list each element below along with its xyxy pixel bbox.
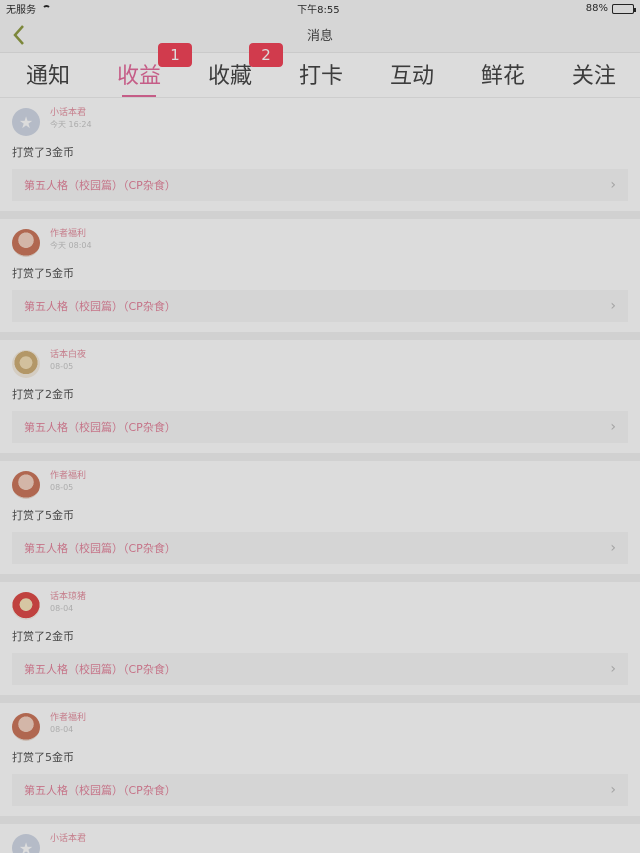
avatar[interactable] bbox=[12, 713, 40, 741]
user-row: 作者福利 08-04 bbox=[12, 703, 628, 741]
user-meta: 小话本君 bbox=[50, 834, 86, 844]
tab-flowers[interactable]: 鲜花 bbox=[481, 52, 525, 98]
user-row: 作者福利 08-05 bbox=[12, 461, 628, 499]
wifi-icon bbox=[42, 5, 51, 12]
user-row: 话本琼猪 08-04 bbox=[12, 582, 628, 620]
chevron-right-icon: › bbox=[610, 419, 616, 435]
list-item: 话本白夜 08-05 打赏了2金币第五人格（校园篇）（CP杂食） › bbox=[0, 340, 640, 453]
message-list[interactable]: ★ 小话本君 今天 16:24 打赏了3金币 第五人格（校园篇）（CP杂食） › 作者福利今… bbox=[0, 98, 640, 853]
tab-follow[interactable]: 关注 bbox=[572, 52, 616, 98]
reward-text: 打赏了2金币 bbox=[12, 630, 74, 643]
status-bar: 无服务 下午8:55 88% bbox=[0, 0, 640, 17]
timestamp: 08-04 bbox=[50, 725, 74, 734]
user-name[interactable]: 作者福利 bbox=[50, 230, 92, 239]
user-meta: 作者福利今天 08:04 bbox=[50, 229, 92, 250]
avatar[interactable]: ★ bbox=[12, 834, 40, 853]
reward-text: 打赏了5金币 bbox=[12, 267, 74, 280]
tab-interact[interactable]: 互动 bbox=[390, 52, 434, 98]
user-row: ★ 小话本君今天 16:24 bbox=[12, 98, 628, 136]
timestamp: 今天 16:24 bbox=[50, 120, 92, 129]
list-item: 作者福利今天 08:04 打赏了5金币第五人格（校园篇）（CP杂食） › bbox=[0, 219, 640, 332]
book-title: 第五人格（校园篇）（CP杂食） bbox=[24, 663, 176, 676]
user-meta: 小话本君今天 16:24 bbox=[50, 108, 92, 129]
book-link[interactable]: 第五人格（校园篇）（CP杂食） › bbox=[12, 290, 628, 322]
book-link[interactable]: 第五人格（校园篇）（CP杂食） › bbox=[12, 653, 628, 685]
reward-text: 打赏了5金币 bbox=[12, 751, 74, 764]
book-title: 第五人格（校园篇）（CP杂食） bbox=[24, 179, 176, 192]
avatar[interactable] bbox=[12, 350, 40, 378]
tab-label: 收藏 bbox=[207, 64, 252, 89]
tab-label: 通知 bbox=[26, 64, 71, 89]
tab-label: 互动 bbox=[389, 64, 434, 89]
chevron-right-icon: › bbox=[610, 177, 616, 193]
user-meta: 话本白夜 08-05 bbox=[50, 350, 86, 371]
book-title: 第五人格（校园篇）（CP杂食） bbox=[24, 300, 176, 313]
timestamp: 08-05 bbox=[50, 483, 74, 492]
user-meta: 话本琼猪 08-04 bbox=[50, 592, 86, 613]
user-name[interactable]: 小话本君 bbox=[50, 835, 86, 844]
timestamp: 今天 08:04 bbox=[50, 241, 92, 250]
user-name[interactable]: 小话本君 bbox=[50, 109, 92, 118]
tab-checkin[interactable]: 打卡 bbox=[299, 52, 343, 98]
timestamp: 08-05 bbox=[50, 362, 74, 371]
reward-text: 打赏了2金币 bbox=[12, 388, 74, 401]
tab-label: 收益 bbox=[116, 64, 161, 89]
book-link[interactable]: 第五人格（校园篇）（CP杂食） › bbox=[12, 532, 628, 564]
tab-label: 鲜花 bbox=[480, 64, 525, 89]
avatar[interactable]: ★ bbox=[12, 108, 40, 136]
tab-favorites[interactable]: 收藏 2 bbox=[207, 43, 283, 98]
tab-earnings[interactable]: 收益 1 bbox=[116, 43, 192, 98]
chevron-right-icon: › bbox=[610, 782, 616, 798]
clock-text: 下午8:55 bbox=[297, 5, 340, 16]
book-link[interactable]: 第五人格（校园篇）（CP杂食） › bbox=[12, 411, 628, 443]
tab-notify[interactable]: 通知 bbox=[26, 52, 70, 98]
user-meta: 作者福利 08-05 bbox=[50, 471, 86, 492]
list-item: 作者福利 08-04 打赏了5金币第五人格（校园篇）（CP杂食） › bbox=[0, 703, 640, 816]
tab-label: 打卡 bbox=[298, 64, 343, 89]
book-title: 第五人格（校园篇）（CP杂食） bbox=[24, 421, 176, 434]
carrier-text: 无服务 bbox=[6, 5, 36, 16]
avatar[interactable] bbox=[12, 229, 40, 257]
list-item: 话本琼猪 08-04 打赏了2金币第五人格（校园篇）（CP杂食） › bbox=[0, 582, 640, 695]
user-name[interactable]: 话本白夜 bbox=[50, 351, 86, 360]
tab-label: 关注 bbox=[571, 64, 616, 89]
back-button[interactable] bbox=[8, 23, 30, 47]
book-title: 第五人格（校园篇）（CP杂食） bbox=[24, 784, 176, 797]
chevron-right-icon: › bbox=[610, 298, 616, 314]
unread-badge: 1 bbox=[157, 43, 192, 67]
user-row: 作者福利今天 08:04 bbox=[12, 219, 628, 257]
chevron-right-icon: › bbox=[610, 661, 616, 677]
user-row: 话本白夜 08-05 bbox=[12, 340, 628, 378]
user-meta: 作者福利 08-04 bbox=[50, 713, 86, 734]
battery-percent: 88% bbox=[585, 3, 608, 14]
user-name[interactable]: 话本琼猪 bbox=[50, 593, 86, 602]
book-title: 第五人格（校园篇）（CP杂食） bbox=[24, 542, 176, 555]
user-row: ★ 小话本君 bbox=[12, 824, 628, 853]
nav-bar: 消息 bbox=[0, 17, 640, 53]
unread-badge: 2 bbox=[248, 43, 283, 67]
chevron-right-icon: › bbox=[610, 540, 616, 556]
list-item: 作者福利 08-05 打赏了5金币第五人格（校园篇）（CP杂食） › bbox=[0, 461, 640, 574]
timestamp: 08-04 bbox=[50, 604, 74, 613]
book-link[interactable]: 第五人格（校园篇）（CP杂食） › bbox=[12, 774, 628, 806]
avatar[interactable] bbox=[12, 592, 40, 620]
book-link[interactable]: 第五人格（校园篇）（CP杂食） › bbox=[12, 169, 628, 201]
reward-text: 打赏了3金币 bbox=[12, 146, 74, 159]
user-name[interactable]: 作者福利 bbox=[50, 714, 86, 723]
avatar[interactable] bbox=[12, 471, 40, 499]
tab-bar: 通知 收益 1 收藏 2 打卡 互动 鲜花 关注 bbox=[0, 43, 640, 98]
battery-icon bbox=[611, 3, 636, 14]
list-item: ★ 小话本君 bbox=[0, 824, 640, 853]
user-name[interactable]: 作者福利 bbox=[50, 472, 86, 481]
app-window: 无服务 下午8:55 88% 消息 通知 收益 1 收藏 2 打卡 互动 鲜花 关注 ★ 小话本君… bbox=[0, 0, 640, 853]
chevron-left-icon bbox=[13, 25, 24, 45]
page-title: 消息 bbox=[306, 29, 333, 44]
list-item: ★ 小话本君今天 16:24 打赏了3金币第五人格（校园篇）（CP杂食） › bbox=[0, 98, 640, 211]
reward-text: 打赏了5金币 bbox=[12, 509, 74, 522]
